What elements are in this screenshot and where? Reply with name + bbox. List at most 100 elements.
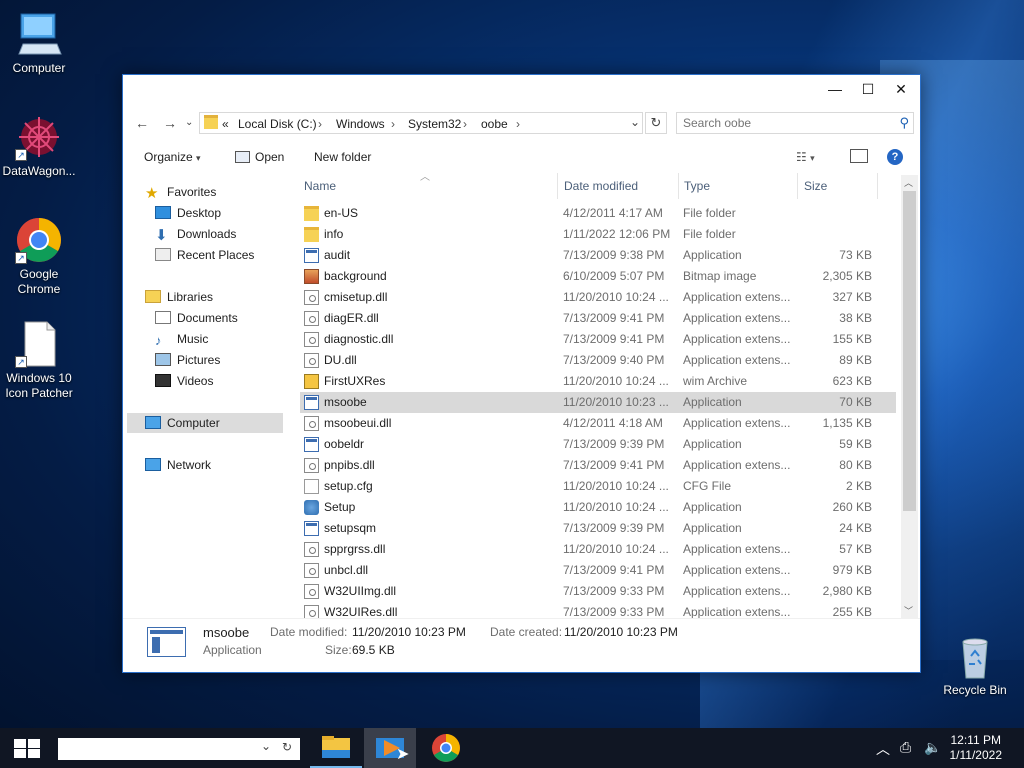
nav-downloads[interactable]: ⬇ Downloads: [155, 224, 236, 244]
taskbar-media-player[interactable]: ➤: [364, 728, 416, 768]
file-row[interactable]: FirstUXRes 11/20/2010 10:24 ... wim Archiv…: [300, 371, 896, 392]
column-size[interactable]: Size: [804, 179, 827, 193]
column-separator[interactable]: [678, 173, 679, 199]
file-row[interactable]: pnpibs.dll 7/13/2009 9:41 PM Application e…: [300, 455, 896, 476]
network-icon[interactable]: ⎙: [900, 739, 911, 756]
breadcrumb-separator[interactable]: ›: [516, 117, 520, 131]
view-options-icon[interactable]: ☷ ▾: [796, 150, 815, 164]
nav-music[interactable]: ♪ Music: [155, 329, 208, 349]
file-row[interactable]: unbcl.dll 7/13/2009 9:41 PM Application ex…: [300, 560, 896, 581]
nav-recent-places[interactable]: Recent Places: [155, 245, 254, 265]
refresh-button[interactable]: ↻: [645, 112, 667, 134]
nav-libraries[interactable]: Libraries: [145, 287, 213, 307]
nav-documents[interactable]: Documents: [155, 308, 238, 328]
taskbar-chrome[interactable]: [420, 728, 472, 768]
search-icon[interactable]: ⚲: [899, 115, 909, 131]
file-row[interactable]: DU.dll 7/13/2009 9:40 PM Application exten…: [300, 350, 896, 371]
chevron-down-icon[interactable]: ⌄: [261, 739, 271, 753]
show-hidden-icons-chevron-icon[interactable]: ︿: [876, 739, 890, 759]
file-row[interactable]: spprgrss.dll 11/20/2010 10:24 ... Applicat…: [300, 539, 896, 560]
address-dropdown-chevron-icon[interactable]: ⌄: [630, 115, 640, 129]
column-name[interactable]: Name: [304, 179, 336, 193]
nav-desktop[interactable]: Desktop: [155, 203, 221, 223]
nav-pictures[interactable]: Pictures: [155, 350, 220, 370]
file-row[interactable]: W32UIImg.dll 7/13/2009 9:33 PM Application…: [300, 581, 896, 602]
file-name: Setup: [324, 500, 356, 514]
column-date-modified[interactable]: Date modified: [564, 179, 638, 193]
taskbar-file-explorer[interactable]: [310, 728, 362, 768]
breadcrumb-local-disk[interactable]: Local Disk (C:): [238, 117, 317, 131]
file-row[interactable]: audit 7/13/2009 9:38 PM Application 73 KB: [300, 245, 896, 266]
file-row[interactable]: en-US 4/12/2011 4:17 AM File folder: [300, 203, 896, 224]
details-file-kind: Application: [203, 643, 262, 657]
recent-locations-chevron-icon[interactable]: ⌄: [185, 117, 193, 128]
nav-favorites[interactable]: ★ Favorites: [145, 182, 216, 202]
minimize-button[interactable]: —: [818, 75, 852, 103]
desktop-icon-icon-patcher[interactable]: ↗ Windows 10 Icon Patcher: [1, 320, 77, 401]
nav-videos[interactable]: Videos: [155, 371, 213, 391]
file-name: background: [324, 269, 387, 283]
breadcrumb-separator[interactable]: ›: [463, 117, 467, 131]
file-name: W32UIRes.dll: [324, 605, 398, 619]
maximize-button[interactable]: ☐: [851, 75, 885, 103]
dll-file-icon: [304, 290, 319, 305]
file-date-modified: 11/20/2010 10:24 ...: [563, 290, 669, 304]
breadcrumb-system32[interactable]: System32: [408, 117, 461, 131]
desktop-icon-datawagon[interactable]: ↗ DataWagon...: [1, 113, 77, 179]
address-bar[interactable]: « Local Disk (C:) › Windows › System32 ›…: [199, 112, 643, 134]
file-row[interactable]: oobeldr 7/13/2009 9:39 PM Application 59 KB: [300, 434, 896, 455]
file-type: Application extens...: [683, 458, 791, 472]
column-separator[interactable]: [877, 173, 878, 199]
address-overflow[interactable]: «: [222, 117, 229, 131]
nav-computer[interactable]: Computer: [127, 413, 283, 433]
file-row[interactable]: cmisetup.dll 11/20/2010 10:24 ... Applicat…: [300, 287, 896, 308]
taskbar-search-box[interactable]: ⌄ ↻: [58, 738, 300, 760]
file-row[interactable]: msoobe 11/20/2010 10:23 ... Application 70 …: [300, 392, 896, 413]
desktop-icon-recycle-bin[interactable]: Recycle Bin: [937, 632, 1013, 698]
setup-file-icon: [304, 500, 319, 515]
forward-button[interactable]: →: [163, 115, 177, 131]
new-folder-button[interactable]: New folder: [314, 150, 371, 164]
file-row[interactable]: msoobeui.dll 4/12/2011 4:18 AM Application…: [300, 413, 896, 434]
file-row[interactable]: background 6/10/2009 5:07 PM Bitmap image 2…: [300, 266, 896, 287]
taskbar-search-input[interactable]: [62, 740, 252, 758]
scroll-down-arrow-icon[interactable]: ﹀: [904, 604, 913, 617]
volume-icon[interactable]: 🔈: [924, 739, 941, 756]
search-input[interactable]: [683, 114, 883, 132]
help-icon[interactable]: ?: [887, 149, 903, 165]
scrollbar-thumb[interactable]: [903, 191, 916, 511]
close-button[interactable]: ✕: [884, 75, 918, 103]
refresh-icon[interactable]: ↻: [282, 740, 292, 754]
file-row[interactable]: setup.cfg 11/20/2010 10:24 ... CFG File 2 K…: [300, 476, 896, 497]
nav-network[interactable]: Network: [145, 455, 211, 475]
file-name: diagnostic.dll: [324, 332, 394, 346]
clock-date: 1/11/2022: [949, 748, 1003, 762]
file-row[interactable]: diagER.dll 7/13/2009 9:41 PM Application e…: [300, 308, 896, 329]
organize-button[interactable]: Organize ▾: [144, 150, 201, 164]
file-type: Application: [683, 437, 742, 451]
scroll-up-arrow-icon[interactable]: ︿: [904, 176, 913, 189]
column-separator[interactable]: [557, 173, 558, 199]
open-button[interactable]: Open: [235, 150, 284, 164]
file-row[interactable]: setupsqm 7/13/2009 9:39 PM Application 24 K…: [300, 518, 896, 539]
start-button[interactable]: [14, 739, 40, 758]
file-date-modified: 6/10/2009 5:07 PM: [563, 269, 665, 283]
column-separator[interactable]: [797, 173, 798, 199]
column-type[interactable]: Type: [684, 179, 710, 193]
file-row[interactable]: diagnostic.dll 7/13/2009 9:41 PM Applicati…: [300, 329, 896, 350]
title-bar[interactable]: — ☐ ✕: [123, 75, 920, 103]
desktop-icon-computer[interactable]: Computer: [1, 10, 77, 76]
breadcrumb-windows[interactable]: Windows: [336, 117, 385, 131]
clock[interactable]: 12:11 PM 1/11/2022: [950, 733, 1003, 763]
preview-pane-icon[interactable]: [850, 149, 868, 163]
breadcrumb-oobe[interactable]: oobe: [481, 117, 508, 131]
breadcrumb-separator[interactable]: ›: [391, 117, 395, 131]
file-row[interactable]: W32UIRes.dll 7/13/2009 9:33 PM Application…: [300, 602, 896, 619]
file-row[interactable]: info 1/11/2022 12:06 PM File folder: [300, 224, 896, 245]
breadcrumb-separator[interactable]: ›: [318, 117, 322, 131]
search-box[interactable]: ⚲: [676, 112, 914, 134]
file-row[interactable]: Setup 11/20/2010 10:24 ... Application 260 …: [300, 497, 896, 518]
back-button[interactable]: ←: [135, 115, 149, 131]
desktop-icon-chrome[interactable]: ↗ Google Chrome: [1, 216, 77, 297]
vertical-scrollbar[interactable]: ︿ ﹀: [901, 175, 918, 618]
